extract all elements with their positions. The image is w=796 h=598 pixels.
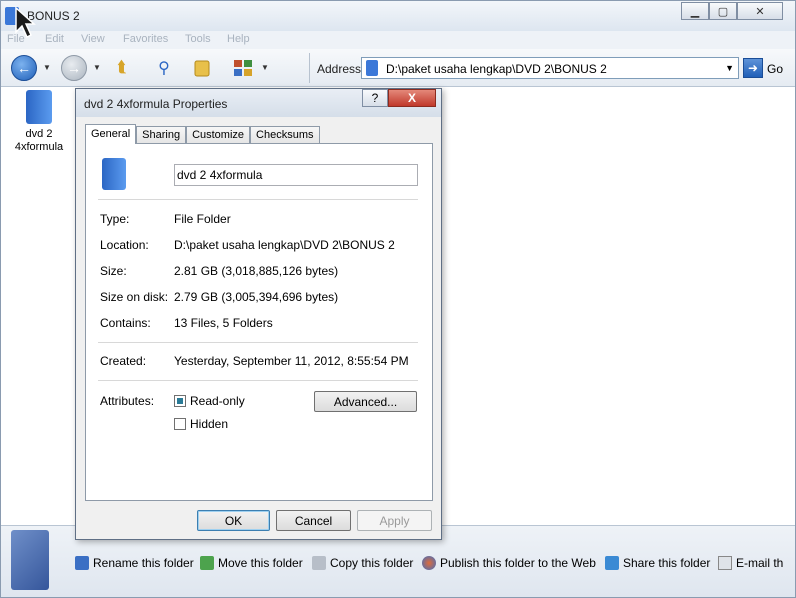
folder-icon xyxy=(366,60,378,76)
hidden-checkbox[interactable]: Hidden xyxy=(174,417,228,431)
tab-general[interactable]: General xyxy=(85,124,137,144)
contains-value: 13 Files, 5 Folders xyxy=(174,316,273,330)
search-icon[interactable]: ⚲ xyxy=(153,57,175,79)
divider xyxy=(98,380,418,381)
tab-customize[interactable]: Customize xyxy=(186,126,251,144)
readonly-checkbox[interactable]: Read-only xyxy=(174,394,245,408)
folder-icon xyxy=(26,90,52,124)
attributes-label: Attributes: xyxy=(100,394,155,408)
task-label: Share this folder xyxy=(623,556,711,570)
folder-icon xyxy=(102,158,126,190)
menu-edit[interactable]: Edit xyxy=(45,33,64,45)
go-button[interactable]: ➜ xyxy=(743,58,763,78)
task-label: Publish this folder to the Web xyxy=(440,556,596,570)
tab-checksums[interactable]: Checksums xyxy=(250,126,320,144)
task-label: Move this folder xyxy=(218,556,303,570)
mouse-cursor-icon xyxy=(15,6,36,39)
type-value: File Folder xyxy=(174,212,231,226)
size-label: Size: xyxy=(100,264,127,278)
hidden-check-box[interactable] xyxy=(174,418,186,430)
apply-button[interactable]: Apply xyxy=(357,510,432,531)
divider xyxy=(98,342,418,343)
folder-name-field[interactable] xyxy=(174,164,418,186)
go-label[interactable]: Go xyxy=(767,62,783,76)
general-panel: Type: File Folder Location: D:\paket usa… xyxy=(85,143,433,501)
task-move[interactable]: Move this folder xyxy=(200,556,303,570)
size-on-disk-value: 2.79 GB (3,005,394,696 bytes) xyxy=(174,290,339,304)
dialog-title-bar: dvd 2 4xformula Properties ? X xyxy=(76,89,441,117)
location-label: Location: xyxy=(100,238,149,252)
hidden-label: Hidden xyxy=(190,417,229,431)
task-publish[interactable]: Publish this folder to the Web xyxy=(422,556,596,570)
divider xyxy=(98,199,418,200)
task-label: E-mail th xyxy=(736,556,784,570)
created-label: Created: xyxy=(100,354,147,368)
toolbar: ← ▼ → ▼ ⮬ ⚲ ▼ Address D:\paket usaha len… xyxy=(1,49,795,87)
copy-icon xyxy=(312,556,326,570)
tab-sharing[interactable]: Sharing xyxy=(136,126,187,144)
toolbar-separator xyxy=(309,53,310,83)
address-dropdown-icon[interactable]: ▼ xyxy=(725,63,734,73)
email-icon xyxy=(718,556,732,570)
task-label: Copy this folder xyxy=(330,556,414,570)
close-button[interactable]: ✕ xyxy=(737,2,783,20)
move-icon xyxy=(200,556,214,570)
tab-strip: General Sharing Customize Checksums xyxy=(85,124,320,144)
cancel-button[interactable]: Cancel xyxy=(276,510,351,531)
address-label: Address xyxy=(317,62,362,76)
dialog-close-button[interactable]: X xyxy=(388,89,436,107)
folder-icon xyxy=(11,530,49,590)
task-copy[interactable]: Copy this folder xyxy=(312,556,413,570)
publish-icon xyxy=(422,556,436,570)
views-icon xyxy=(234,60,252,76)
back-button[interactable]: ← xyxy=(11,55,37,81)
dialog-title: dvd 2 4xformula Properties xyxy=(84,97,228,111)
views-dropdown-icon[interactable]: ▼ xyxy=(261,63,269,72)
window-controls: ▁ ▢ ✕ xyxy=(681,2,783,20)
type-label: Type: xyxy=(100,212,130,226)
back-dropdown-icon[interactable]: ▼ xyxy=(43,63,51,72)
menu-view[interactable]: View xyxy=(81,33,105,45)
task-email[interactable]: E-mail th xyxy=(718,556,783,570)
forward-dropdown-icon[interactable]: ▼ xyxy=(93,63,101,72)
menu-favorites[interactable]: Favorites xyxy=(123,33,168,45)
folders-icon xyxy=(194,60,210,77)
menu-tools[interactable]: Tools xyxy=(185,33,211,45)
size-value: 2.81 GB (3,018,885,126 bytes) xyxy=(174,264,339,278)
ok-button[interactable]: OK xyxy=(197,510,270,531)
share-icon xyxy=(605,556,619,570)
file-item-name: dvd 2 4xformula xyxy=(14,128,64,153)
properties-dialog: dvd 2 4xformula Properties ? X General S… xyxy=(75,88,442,540)
advanced-button[interactable]: Advanced... xyxy=(314,391,417,412)
views-button[interactable] xyxy=(233,57,255,79)
file-item[interactable]: dvd 2 4xformula xyxy=(9,90,69,154)
readonly-check-box[interactable] xyxy=(174,395,186,407)
maximize-button[interactable]: ▢ xyxy=(709,2,737,20)
contains-label: Contains: xyxy=(100,316,151,330)
forward-button[interactable]: → xyxy=(61,55,87,81)
task-label: Rename this folder xyxy=(93,556,194,570)
task-rename[interactable]: Rename this folder xyxy=(75,556,194,570)
readonly-label: Read-only xyxy=(190,394,245,408)
title-bar: BONUS 2 ▁ ▢ ✕ xyxy=(1,1,795,31)
up-folder-icon[interactable]: ⮬ xyxy=(111,57,133,79)
minimize-button[interactable]: ▁ xyxy=(681,2,709,20)
help-button[interactable]: ? xyxy=(362,89,388,107)
address-bar[interactable]: D:\paket usaha lengkap\DVD 2\BONUS 2 ▼ xyxy=(361,57,739,79)
size-on-disk-label: Size on disk: xyxy=(100,290,169,304)
menu-bar: File Edit View Favorites Tools Help xyxy=(1,31,795,49)
address-value[interactable]: D:\paket usaha lengkap\DVD 2\BONUS 2 xyxy=(386,62,607,76)
task-share[interactable]: Share this folder xyxy=(605,556,710,570)
folders-button[interactable] xyxy=(191,57,213,79)
created-value: Yesterday, September 11, 2012, 8:55:54 P… xyxy=(174,354,409,368)
menu-help[interactable]: Help xyxy=(227,33,250,45)
rename-icon xyxy=(75,556,89,570)
location-value: D:\paket usaha lengkap\DVD 2\BONUS 2 xyxy=(174,238,395,252)
